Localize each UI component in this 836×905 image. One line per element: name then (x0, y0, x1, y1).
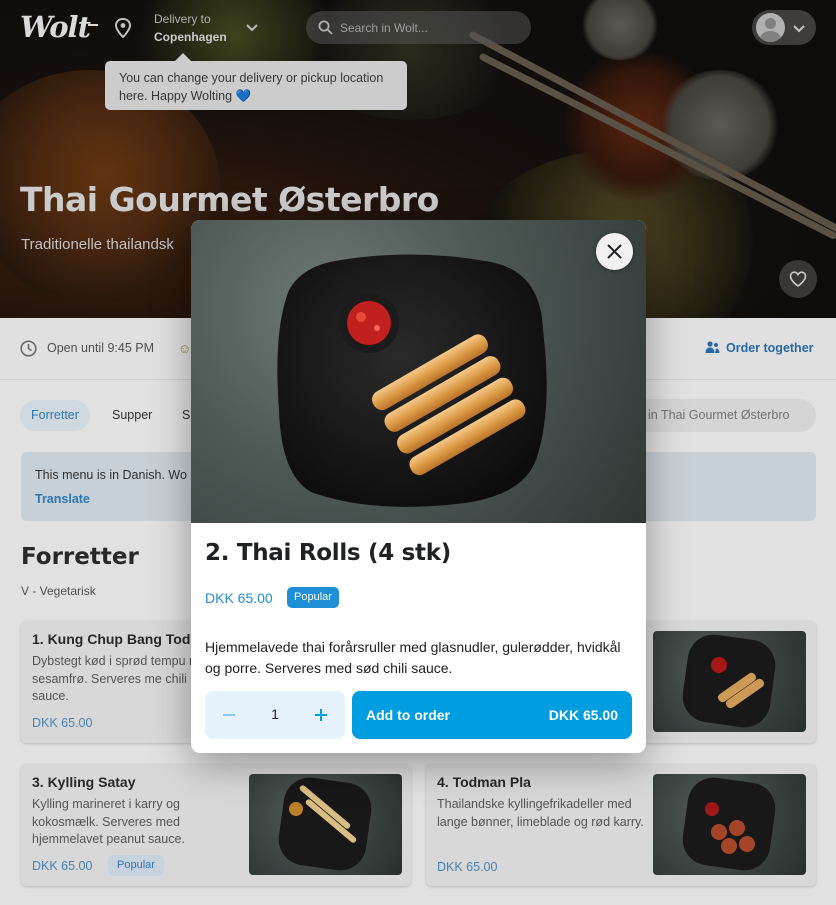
smile-icon: ☺ (178, 341, 192, 356)
quantity-stepper: 1 (205, 691, 345, 739)
popular-badge: Popular (287, 587, 339, 608)
translate-link[interactable]: Translate (35, 492, 90, 506)
menu-item-card[interactable]: 3. Kylling Satay Kylling marineret i kar… (21, 764, 411, 886)
item-image (249, 774, 402, 875)
minus-icon[interactable] (221, 707, 237, 723)
top-bar: Wolt Delivery to Copenhagen (0, 0, 836, 56)
item-price: DKK 65.00 (205, 590, 273, 606)
add-to-order-amount: DKK 65.00 (548, 707, 618, 723)
venue-subtitle: Traditionelle thailandsk (21, 236, 174, 253)
search-icon (318, 20, 333, 35)
item-description: Thailandske kyllingefrikadeller med lang… (437, 797, 644, 829)
pin-icon[interactable] (114, 18, 132, 38)
item-title: 2. Thai Rolls (4 stk) (205, 540, 451, 566)
item-name: 3. Kylling Satay (32, 774, 136, 790)
item-image (653, 774, 806, 875)
avatar-icon (756, 13, 785, 42)
delivery-city[interactable]: Copenhagen (154, 30, 227, 44)
item-name: 1. Kung Chup Bang Tod (32, 631, 191, 647)
popular-badge: Popular (108, 855, 164, 876)
add-to-order-label: Add to order (366, 707, 450, 723)
venue-title: Thai Gourmet Østerbro (20, 180, 439, 219)
item-description: Kylling marineret i karry og kokosmælk. … (32, 797, 185, 846)
order-together-label: Order together (726, 341, 814, 355)
search-bar[interactable] (306, 11, 531, 44)
item-description: Hjemmelavede thai forårsruller med glasn… (205, 639, 621, 676)
search-input[interactable] (340, 11, 520, 44)
quantity-value: 1 (271, 706, 279, 722)
item-price: DKK 65.00 (437, 860, 498, 874)
thai-rolls-photo (277, 254, 547, 507)
add-to-order-button[interactable]: Add to order DKK 65.00 (352, 691, 632, 739)
chevron-down-icon[interactable] (245, 20, 259, 34)
account-menu[interactable] (752, 10, 816, 45)
close-button[interactable] (596, 233, 633, 270)
item-modal: 2. Thai Rolls (4 stk) DKK 65.00 Popular … (191, 220, 646, 753)
translate-message: This menu is in Danish. Wo (35, 468, 187, 482)
item-name: 4. Todman Pla (437, 774, 531, 790)
item-price: DKK 65.00 (32, 859, 93, 873)
item-photo (191, 220, 646, 523)
section-title: Forretter (21, 544, 139, 570)
menu-item-card[interactable]: 4. Todman Pla Thailandske kyllingefrikad… (426, 764, 816, 886)
heart-icon (789, 271, 807, 287)
opening-hours: Open until 9:45 PM (47, 341, 155, 355)
favorite-button[interactable] (779, 260, 817, 298)
tab-forretter[interactable]: Forretter (20, 400, 90, 431)
location-tooltip: You can change your delivery or pickup l… (105, 53, 407, 110)
group-icon (705, 341, 720, 353)
section-subtitle: V - Vegetarisk (21, 584, 96, 598)
wolt-logo[interactable]: Wolt (20, 10, 91, 44)
logo-dash (88, 24, 98, 26)
tab-supper[interactable]: Supper (101, 400, 163, 431)
order-together-button[interactable]: Order together (705, 340, 814, 355)
clock-icon (20, 340, 37, 357)
chevron-down-icon (793, 25, 805, 33)
plus-icon[interactable] (313, 707, 329, 723)
close-icon (607, 244, 622, 259)
delivery-label: Delivery to (154, 12, 211, 26)
item-image (653, 631, 806, 732)
item-price: DKK 65.00 (32, 716, 93, 730)
